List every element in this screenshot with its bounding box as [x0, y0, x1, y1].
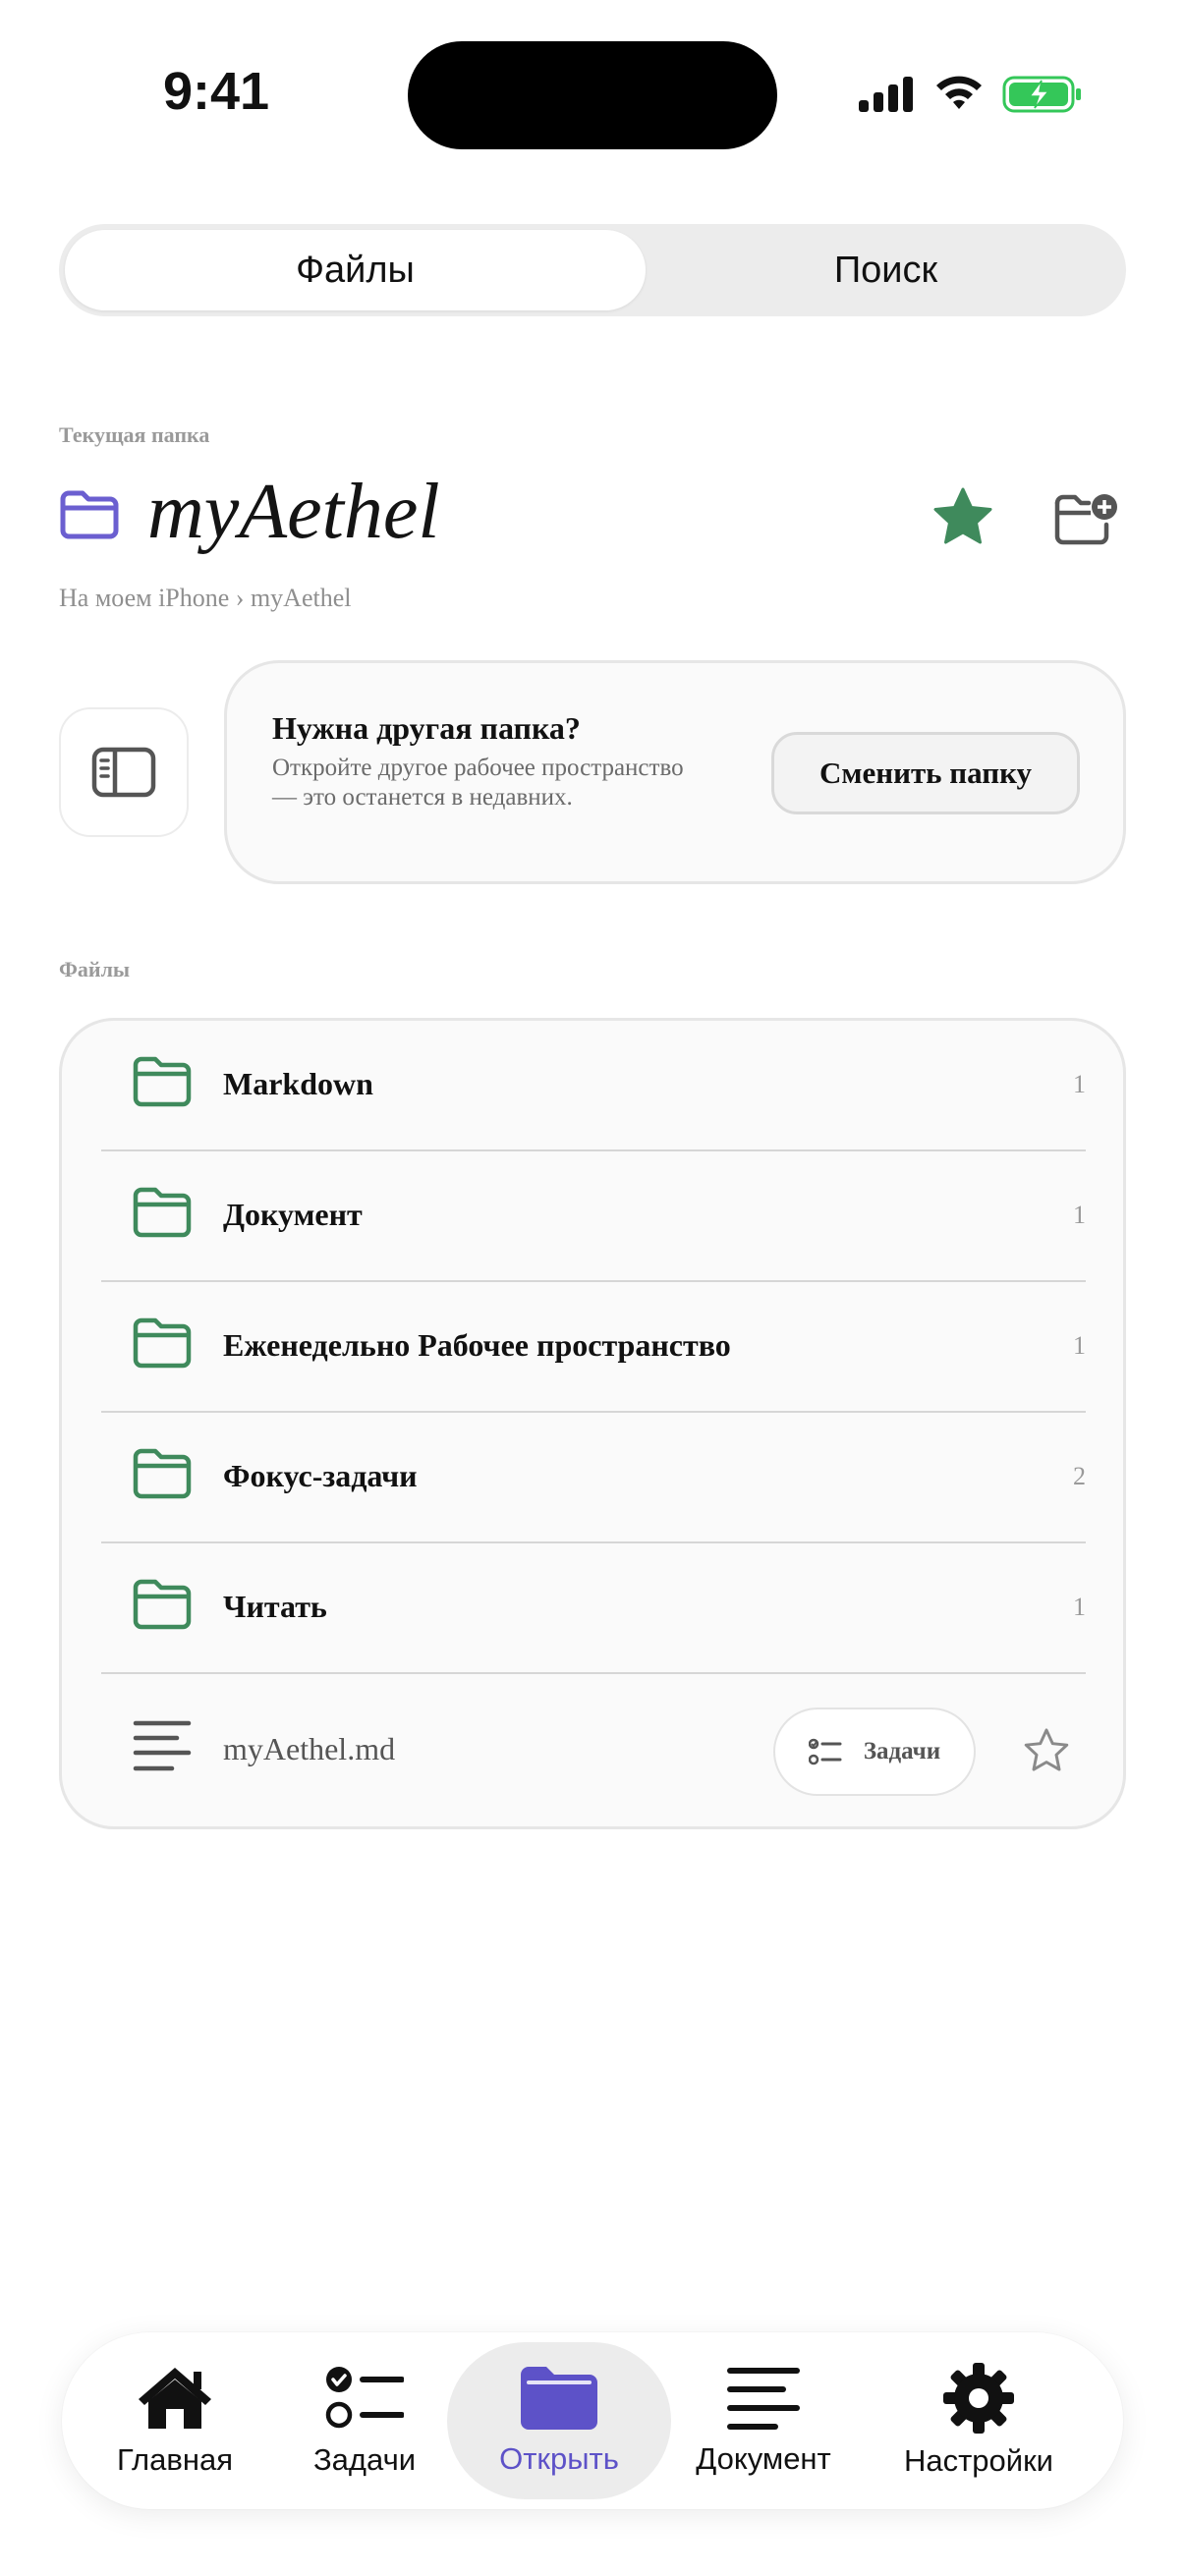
- file-row-myaethel-md[interactable]: myAethel.md Задачи: [101, 1674, 1086, 1821]
- folder-row-weekly-workspace[interactable]: Еженедельно Рабочее пространство 1: [101, 1282, 1086, 1413]
- change-folder-description: Откройте другое рабочее пространство — э…: [272, 755, 684, 811]
- folder-item-count: 1: [1073, 1593, 1086, 1621]
- document-lines-icon: [133, 1720, 192, 1771]
- text-lines-icon: [727, 2368, 800, 2430]
- tasks-chip-label: Задачи: [863, 1738, 941, 1764]
- tab-label: Главная: [117, 2442, 233, 2477]
- folder-row-document[interactable]: Документ 1: [101, 1151, 1086, 1282]
- current-folder-label: Текущая папка: [59, 422, 210, 447]
- cellular-signal-icon: [859, 77, 913, 112]
- sidebar-icon: [91, 747, 156, 798]
- status-time: 9:41: [163, 62, 270, 121]
- files-section-label: Файлы: [59, 957, 131, 981]
- folder-row-read[interactable]: Читать 1: [101, 1543, 1086, 1674]
- gear-icon: [943, 2363, 1014, 2434]
- house-icon: [139, 2368, 211, 2429]
- file-name: myAethel.md: [223, 1731, 396, 1766]
- files-search-segmented-control: Файлы Поиск: [59, 224, 1126, 316]
- folder-name: Фокус-задачи: [223, 1458, 418, 1493]
- new-folder-icon[interactable]: [1051, 489, 1120, 550]
- folder-icon: [133, 1579, 192, 1630]
- segment-search[interactable]: Поиск: [646, 230, 1126, 310]
- folder-icon: [133, 1187, 192, 1238]
- tab-document[interactable]: Документ: [681, 2332, 846, 2509]
- files-list: Markdown 1 Документ 1 Еженедельно Рабоче…: [59, 1018, 1126, 1829]
- sidebar-toggle-button[interactable]: [59, 707, 189, 837]
- tab-home[interactable]: Главная: [101, 2332, 249, 2509]
- breadcrumb: На моем iPhone › myAethel: [59, 584, 352, 612]
- tab-label: Настройки: [903, 2443, 1053, 2478]
- folder-icon: [133, 1317, 192, 1369]
- folder-item-count: 2: [1073, 1462, 1086, 1490]
- folder-icon: [133, 1056, 192, 1107]
- tab-open[interactable]: Открыть: [467, 2332, 651, 2509]
- folder-icon: [521, 2367, 597, 2430]
- tab-tasks[interactable]: Задачи: [298, 2332, 431, 2509]
- change-folder-card: Нужна другая папка? Откройте другое рабо…: [224, 660, 1126, 884]
- checklist-icon: [808, 1738, 842, 1765]
- change-folder-title: Нужна другая папка?: [272, 710, 581, 746]
- tab-label: Документ: [696, 2441, 831, 2476]
- checklist-icon: [325, 2367, 404, 2429]
- status-icons: [859, 75, 1083, 114]
- folder-name: Читать: [223, 1589, 327, 1624]
- file-tasks-button[interactable]: Задачи: [773, 1708, 976, 1796]
- folder-icon: [133, 1448, 192, 1499]
- file-favorite-star-icon[interactable]: [1023, 1727, 1070, 1772]
- wifi-icon: [936, 76, 982, 109]
- current-folder-title: myAethel: [147, 469, 440, 555]
- folder-row-markdown[interactable]: Markdown 1: [101, 1021, 1086, 1151]
- folder-item-count: 1: [1073, 1331, 1086, 1360]
- change-folder-button[interactable]: Сменить папку: [771, 732, 1080, 814]
- folder-name: Markdown: [223, 1066, 373, 1101]
- folder-item-count: 1: [1073, 1070, 1086, 1098]
- tab-label: Задачи: [312, 2442, 417, 2477]
- segment-files[interactable]: Файлы: [65, 230, 646, 310]
- tab-label: Открыть: [499, 2441, 619, 2476]
- current-folder-icon: [60, 490, 119, 539]
- folder-name: Еженедельно Рабочее пространство: [223, 1327, 731, 1363]
- folder-row-focus-tasks[interactable]: Фокус-задачи 2: [101, 1413, 1086, 1543]
- tab-settings[interactable]: Настройки: [887, 2332, 1070, 2509]
- battery-charging-icon: [1002, 76, 1081, 113]
- tab-bar: Главная Задачи Открыть Документ Настройк…: [62, 2332, 1123, 2509]
- dynamic-island: [408, 41, 777, 149]
- folder-name: Документ: [223, 1197, 363, 1232]
- favorite-star-icon[interactable]: [931, 485, 994, 548]
- folder-item-count: 1: [1073, 1201, 1086, 1229]
